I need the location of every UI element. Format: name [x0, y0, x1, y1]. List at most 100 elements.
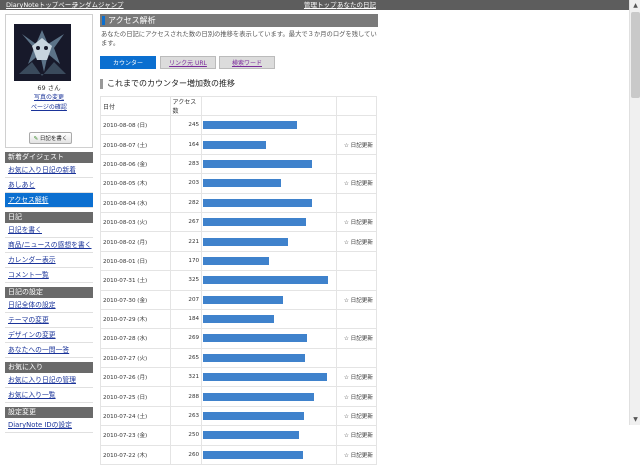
row-access-count: 325: [169, 270, 203, 291]
row-date: 2010-07-25 (日): [100, 386, 171, 407]
sidebar-item[interactable]: お気に入り日記の管理: [5, 373, 93, 388]
access-bar: [203, 431, 300, 440]
write-diary-label: 日記を書く: [39, 136, 68, 142]
diary-updated-label: 日記更新: [350, 336, 373, 343]
access-bar: [203, 140, 267, 149]
row-date: 2010-08-01 (日): [100, 250, 171, 272]
sidebar-item[interactable]: アクセス解析: [5, 193, 93, 208]
arrow-up-icon[interactable]: ▲: [630, 0, 640, 11]
row-note: ☆ 日記更新: [335, 444, 378, 465]
change-photo-link[interactable]: 写真の変更: [6, 94, 92, 102]
sidebar-item[interactable]: 商品/ニュースの感想を書く: [5, 238, 93, 253]
row-bar-cell: [201, 386, 337, 407]
row-note: ☆ 日記更新: [335, 425, 378, 446]
tab-referrer-url-label[interactable]: リンク元 URL: [169, 60, 207, 67]
sidebar-item-label[interactable]: お気に入り日記の管理: [8, 376, 76, 384]
section-subheading: これまでのカウンター増加数の推移: [100, 78, 235, 90]
row-access-count: 207: [169, 289, 203, 310]
row-access-count: 164: [169, 134, 203, 155]
access-bar: [203, 237, 289, 246]
row-date: 2010-07-22 (木): [100, 444, 171, 465]
row-access-count: 260: [169, 444, 203, 465]
access-bar: [203, 315, 274, 324]
diary-updated-label: 日記更新: [350, 142, 373, 149]
sidebar-item[interactable]: 日記を書く: [5, 223, 93, 238]
row-date: 2010-07-31 (土): [100, 270, 171, 291]
table-row: 2010-07-30 (金) 207 ☆ 日記更新: [100, 289, 378, 310]
random-jump-link[interactable]: ランダムジャンプ: [72, 1, 123, 9]
row-bar-cell: [201, 347, 337, 369]
diary-updated-label: 日記更新: [350, 239, 373, 246]
tab-search-words[interactable]: 検索ワード: [219, 56, 275, 69]
sidebar-item[interactable]: DiaryNote IDの設定: [5, 418, 93, 433]
arrow-down-icon[interactable]: ▼: [630, 414, 640, 425]
star-icon: ☆: [343, 452, 349, 459]
sidebar-item-label[interactable]: あしあと: [8, 181, 35, 189]
tab-counter[interactable]: カウンター: [100, 56, 156, 69]
column-header-bar: [201, 96, 337, 116]
page-confirm-link[interactable]: ページの確認: [6, 104, 92, 112]
sidebar-item[interactable]: 日記全体の設定: [5, 298, 93, 313]
row-access-count: 267: [169, 211, 203, 233]
sidebar-item[interactable]: お気に入り一覧: [5, 388, 93, 403]
table-row: 2010-07-29 (木) 184: [100, 308, 378, 330]
star-icon: ☆: [343, 142, 349, 149]
star-icon: ☆: [343, 414, 349, 421]
star-icon: ☆: [343, 433, 349, 440]
row-date: 2010-07-29 (木): [100, 308, 171, 330]
diary-updated-label: 日記更新: [350, 433, 373, 440]
pencil-icon: ✎: [33, 136, 39, 142]
row-access-count: 184: [169, 308, 203, 330]
sidebar-item-label[interactable]: 商品/ニュースの感想を書く: [8, 241, 92, 249]
row-bar-cell: [201, 134, 337, 155]
row-bar-cell: [201, 328, 337, 349]
access-bar: [203, 353, 305, 362]
vertical-scrollbar[interactable]: ▲ ▼: [629, 0, 640, 425]
sidebar-item-label[interactable]: あなたへの一問一答: [8, 346, 69, 354]
sidebar-item[interactable]: テーマの変更: [5, 313, 93, 328]
row-note: ☆ 日記更新: [335, 328, 378, 349]
sidebar-item-label[interactable]: お気に入り一覧: [8, 391, 56, 399]
table-body: 2010-08-08 (日) 245 2010-08-07 (土) 164 ☆ 日記更新…: [100, 114, 378, 465]
scrollbar-thumb[interactable]: [631, 12, 640, 98]
admin-top-link[interactable]: 管理トップ: [304, 1, 337, 9]
sidebar-item[interactable]: あしあと: [5, 178, 93, 193]
row-note: [335, 347, 378, 369]
diarynote-top-link[interactable]: DiaryNoteトップページ: [6, 1, 78, 9]
sidebar-item[interactable]: コメント一覧: [5, 268, 93, 283]
sidebar-item-label[interactable]: コメント一覧: [8, 271, 49, 279]
your-diary-link[interactable]: あなたの日記: [337, 1, 376, 9]
row-access-count: 263: [169, 405, 203, 427]
sidebar-item[interactable]: カレンダー表示: [5, 253, 93, 268]
column-header-date: 日付: [100, 96, 171, 116]
sidebar-item-label[interactable]: お気に入り日記の新着: [8, 166, 76, 174]
write-diary-button[interactable]: ✎ 日記を書く: [29, 132, 72, 144]
avatar-image: [14, 24, 71, 81]
row-note: [335, 192, 378, 213]
table-row: 2010-08-05 (木) 203 ☆ 日記更新: [100, 173, 378, 194]
sidebar-item-label[interactable]: デザインの変更: [8, 331, 56, 339]
sidebar-item-label[interactable]: 日記全体の設定: [8, 301, 56, 309]
row-access-count: 321: [169, 367, 203, 388]
table-row: 2010-07-27 (火) 265: [100, 347, 378, 369]
sidebar-item[interactable]: デザインの変更: [5, 328, 93, 343]
column-header-note: [335, 96, 378, 116]
sidebar-item[interactable]: あなたへの一問一答: [5, 343, 93, 358]
sidebar-item-label[interactable]: DiaryNote IDの設定: [8, 421, 72, 429]
tab-referrer-url[interactable]: リンク元 URL: [160, 56, 216, 69]
avatar[interactable]: [14, 24, 71, 81]
table-row: 2010-08-06 (金) 283: [100, 153, 378, 175]
table-row: 2010-08-01 (日) 170: [100, 250, 378, 272]
sidebar-item-label[interactable]: アクセス解析: [8, 196, 48, 204]
sidebar-item-label[interactable]: カレンダー表示: [8, 256, 56, 264]
row-date: 2010-07-23 (金): [100, 425, 171, 446]
sidebar-item-label[interactable]: 日記を書く: [8, 226, 42, 234]
profile-box: 69 さん 写真の変更 ページの確認 ✎ 日記を書く: [5, 14, 93, 148]
tab-search-words-label[interactable]: 検索ワード: [232, 60, 262, 67]
sidebar-item-label[interactable]: テーマの変更: [8, 316, 49, 324]
row-access-count: 269: [169, 328, 203, 349]
access-bar: [203, 276, 329, 285]
access-bar: [203, 256, 269, 265]
sidebar-item[interactable]: お気に入り日記の新着: [5, 163, 93, 178]
row-note: ☆ 日記更新: [335, 134, 378, 155]
